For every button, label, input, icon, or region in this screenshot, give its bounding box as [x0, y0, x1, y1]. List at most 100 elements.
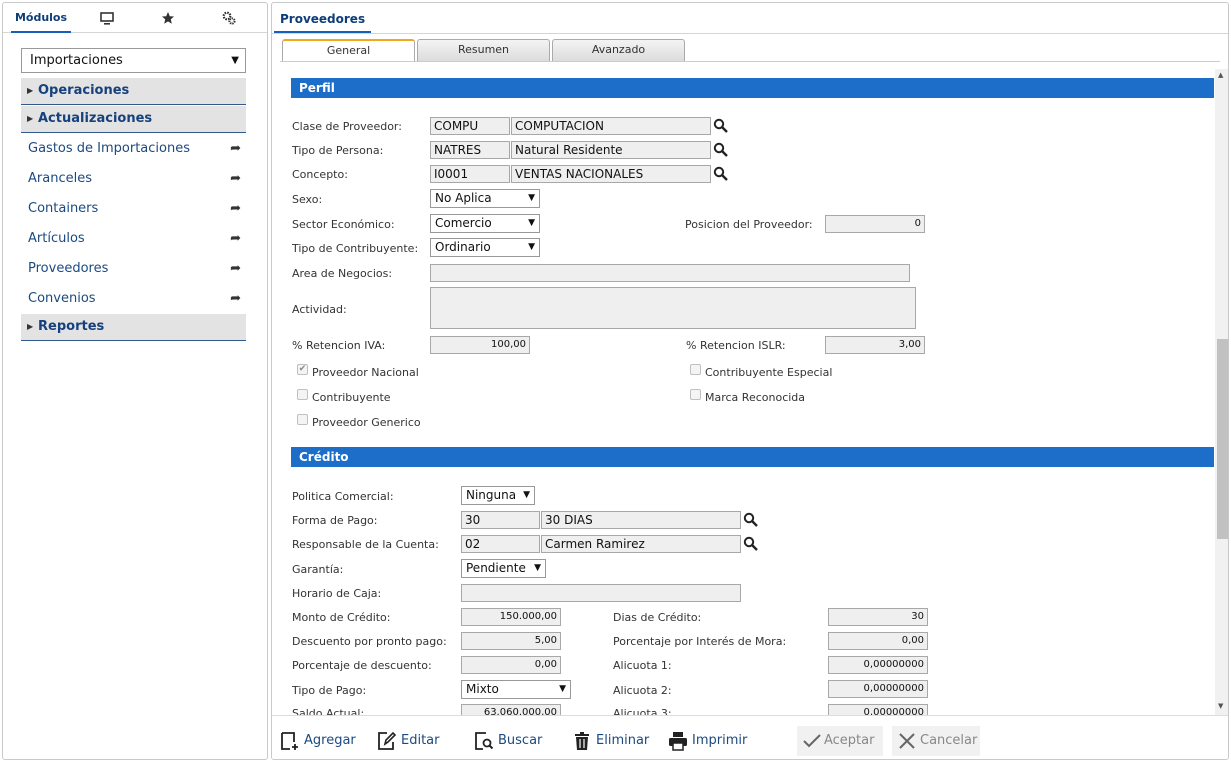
imprimir-button[interactable]: Imprimir	[668, 728, 753, 754]
contribuyente-label: Contribuyente	[312, 391, 391, 404]
search-icon[interactable]	[743, 512, 759, 528]
search-icon[interactable]	[713, 166, 729, 182]
module-select[interactable]: Importaciones ▼	[21, 48, 246, 73]
actividad-textarea[interactable]	[430, 287, 916, 329]
posicion-field[interactable]: 0	[825, 215, 925, 233]
concepto-desc-field: VENTAS NACIONALES	[511, 165, 711, 183]
nav-item-label: Aranceles	[28, 171, 92, 186]
ret-islr-field[interactable]: 3,00	[825, 336, 925, 354]
forma-pago-label: Forma de Pago:	[292, 514, 378, 527]
proveedor-nacional-checkbox[interactable]: ✔	[297, 364, 308, 375]
sexo-select[interactable]: No Aplica ▼	[430, 189, 540, 208]
ret-iva-field[interactable]: 100,00	[430, 336, 530, 354]
contribuyente-tipo-value: Ordinario	[435, 240, 491, 254]
print-icon	[669, 732, 687, 751]
cancelar-button[interactable]: Cancelar	[892, 726, 980, 756]
chevron-down-icon: ▼	[231, 55, 239, 66]
posicion-label: Posicion del Proveedor:	[685, 218, 813, 231]
section-reportes[interactable]: ▶ Reportes	[21, 314, 246, 341]
marca-reconocida-checkbox[interactable]	[690, 389, 701, 400]
eliminar-label: Eliminar	[596, 733, 650, 748]
monto-field[interactable]: 150.000,00	[461, 608, 561, 626]
alicuota1-label: Alicuota 1:	[613, 659, 672, 672]
area-negocios-label: Area de Negocios:	[292, 267, 393, 280]
clase-code-field[interactable]: COMPU	[430, 117, 510, 135]
nav-item-label: Proveedores	[28, 261, 109, 276]
nav-item-articulos[interactable]: Artículos ➦	[28, 228, 243, 250]
tipo-pago-select[interactable]: Mixto ▼	[461, 680, 571, 699]
nav-item-convenios[interactable]: Convenios ➦	[28, 288, 243, 310]
sexo-label: Sexo:	[292, 193, 323, 206]
nav-item-label: Artículos	[28, 231, 85, 246]
gear-icon	[222, 11, 236, 25]
tab-modulos[interactable]: Módulos	[11, 3, 71, 33]
imprimir-label: Imprimir	[692, 733, 748, 748]
alicuota2-label: Alicuota 2:	[613, 684, 672, 697]
trash-icon	[575, 732, 589, 750]
nav-item-containers[interactable]: Containers ➦	[28, 198, 243, 220]
alicuota2-field[interactable]: 0,00000000	[828, 680, 928, 698]
tab-resumen[interactable]: Resumen	[417, 39, 550, 61]
eliminar-button[interactable]: Eliminar	[572, 728, 652, 754]
agregar-button[interactable]: Agregar	[280, 728, 360, 754]
contribuyente-tipo-select[interactable]: Ordinario ▼	[430, 238, 540, 257]
garantia-value: Pendiente	[466, 561, 526, 575]
concepto-code-field[interactable]: I0001	[430, 165, 510, 183]
porc-desc-field[interactable]: 0,00	[461, 656, 561, 674]
nav-item-aranceles[interactable]: Aranceles ➦	[28, 168, 243, 190]
sexo-value: No Aplica	[435, 191, 492, 205]
responsable-code-field[interactable]: 02	[461, 535, 540, 553]
sector-select[interactable]: Comercio ▼	[430, 214, 540, 233]
search-icon[interactable]	[713, 118, 729, 134]
nav-item-proveedores[interactable]: Proveedores ➦	[28, 258, 243, 280]
chevron-down-icon: ▼	[523, 490, 530, 500]
modules-tabbar: Módulos	[3, 3, 267, 33]
buscar-button[interactable]: Buscar	[474, 728, 549, 754]
star-icon	[162, 12, 174, 24]
garantia-select[interactable]: Pendiente ▼	[461, 559, 546, 578]
ret-iva-label: % Retencion IVA:	[292, 339, 386, 352]
scrollbar-thumb[interactable]	[1217, 339, 1228, 539]
tab-favorites[interactable]	[156, 3, 180, 33]
scroll-up-icon[interactable]: ▲	[1218, 71, 1223, 79]
contribuyente-checkbox[interactable]	[297, 389, 308, 400]
forma-pago-code-field[interactable]: 30	[461, 511, 540, 529]
check-icon	[803, 734, 821, 748]
editar-button[interactable]: Editar	[377, 728, 447, 754]
proveedores-panel: Proveedores General Resumen Avanzado ▲ ▼…	[271, 2, 1229, 760]
caret-right-icon: ▶	[27, 86, 34, 95]
desc-pronto-field[interactable]: 5,00	[461, 632, 561, 650]
divider	[280, 61, 1220, 62]
horario-field[interactable]	[461, 584, 741, 602]
sector-label: Sector Económico:	[292, 218, 395, 231]
area-negocios-field[interactable]	[430, 264, 910, 282]
share-arrow-icon: ➦	[230, 141, 241, 156]
porc-desc-label: Porcentaje de descuento:	[292, 659, 432, 672]
tab-settings[interactable]	[217, 3, 241, 33]
tab-avanzado[interactable]: Avanzado	[552, 39, 685, 61]
search-icon[interactable]	[713, 142, 729, 158]
politica-select[interactable]: Ninguna ▼	[461, 486, 535, 505]
edit-icon	[378, 731, 397, 750]
responsable-desc-field: Carmen Ramirez	[541, 535, 741, 553]
aceptar-button[interactable]: Aceptar	[797, 726, 883, 756]
modules-panel: Módulos Importaciones ▼ ▶ Operaciones ▶ Ac…	[2, 2, 268, 760]
nav-item-gastos[interactable]: Gastos de Importaciones ➦	[28, 138, 243, 160]
section-actualizaciones[interactable]: ▶ Actualizaciones	[21, 106, 246, 133]
tab-proveedores[interactable]: Proveedores	[274, 5, 372, 33]
tab-monitor[interactable]	[95, 3, 119, 33]
search-icon[interactable]	[743, 536, 759, 552]
tab-general[interactable]: General	[282, 39, 415, 62]
proveedor-generico-checkbox[interactable]	[297, 414, 308, 425]
interes-field[interactable]: 0,00	[828, 632, 928, 650]
tipo-persona-code-field[interactable]: NATRES	[430, 141, 510, 159]
section-operaciones[interactable]: ▶ Operaciones	[21, 78, 246, 105]
scroll-down-icon[interactable]: ▼	[1218, 702, 1223, 710]
alicuota1-field[interactable]: 0,00000000	[828, 656, 928, 674]
clase-label: Clase de Proveedor:	[292, 120, 402, 133]
tipo-pago-value: Mixto	[466, 682, 499, 696]
contribuyente-especial-checkbox[interactable]	[690, 364, 701, 375]
aceptar-label: Aceptar	[824, 733, 875, 748]
contribuyente-especial-label: Contribuyente Especial	[705, 366, 833, 379]
dias-field[interactable]: 30	[828, 608, 928, 626]
